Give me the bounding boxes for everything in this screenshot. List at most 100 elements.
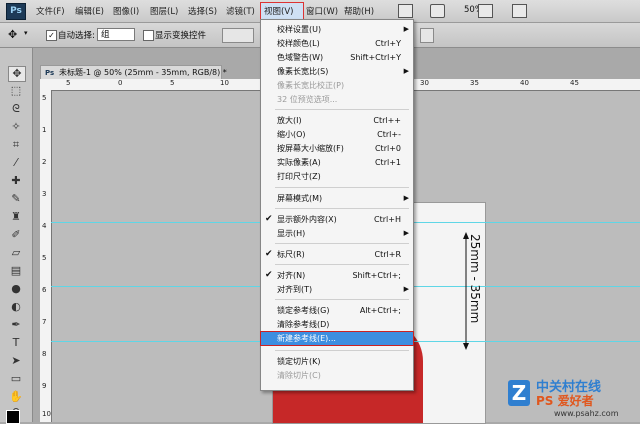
eraser-tool-icon[interactable]: ▱ [8, 246, 24, 260]
menu-item-clear-guides[interactable]: 清除参考线(D) [261, 318, 413, 331]
document-title: 未标题-1 @ 50% (25mm - 35mm, RGB/8) * [59, 68, 227, 77]
show-transform-checkbox[interactable] [143, 30, 154, 41]
screen-mode-icon[interactable] [398, 4, 413, 18]
ruler-tick-label: 40 [520, 79, 529, 87]
watermark-url: www.psahz.com [554, 409, 619, 418]
auto-align-icon[interactable] [420, 28, 434, 43]
menu-item-show-extras[interactable]: ✔ 显示额外内容(X) Ctrl+H [261, 213, 413, 226]
menu-image[interactable]: 图像(I) [113, 5, 139, 17]
menu-item-gamut-warning[interactable]: 色域警告(W) Shift+Ctrl+Y [261, 51, 413, 64]
menu-separator [275, 109, 409, 110]
watermark: Z 中关村在线 PS 爱好者 www.psahz.com [508, 376, 640, 422]
dodge-tool-icon[interactable]: ◐ [8, 300, 24, 314]
menu-item-snap-to[interactable]: 对齐到(T) ▶ [261, 283, 413, 296]
ruler-vertical[interactable]: 5 1 2 3 4 5 6 7 8 9 10 [40, 90, 52, 422]
check-icon: ✔ [265, 214, 273, 224]
magic-wand-icon[interactable]: ✧ [8, 120, 24, 134]
menu-file[interactable]: 文件(F) [36, 5, 65, 17]
auto-select-checkbox[interactable]: ✓ [46, 30, 57, 41]
menu-item-clear-slices: 清除切片(C) [277, 371, 321, 380]
blur-tool-icon[interactable]: ● [8, 282, 24, 296]
move-tool-icon[interactable]: ✥ [8, 28, 17, 41]
menu-item-print-size[interactable]: 打印尺寸(Z) [261, 170, 413, 183]
menu-edit[interactable]: 编辑(E) [75, 5, 104, 17]
brush-tool-icon[interactable]: ✎ [8, 192, 24, 206]
check-icon: ✔ [265, 270, 273, 280]
ruler-tick-label: 8 [42, 350, 47, 358]
ruler-tick-label: 5 [42, 254, 47, 262]
healing-brush-icon[interactable]: ✚ [8, 174, 24, 188]
menu-item-proof-colors[interactable]: 校样颜色(L) Ctrl+Y [261, 37, 413, 50]
eyedropper-icon[interactable]: ⁄ [8, 156, 24, 170]
tool-preset-chevron-icon[interactable]: ▾ [24, 29, 28, 37]
menu-item-show[interactable]: 显示(H) ▶ [261, 227, 413, 240]
menu-filter[interactable]: 滤镜(T) [226, 5, 255, 17]
ps-document-icon: Ps [45, 69, 55, 77]
document-tab[interactable]: Ps 未标题-1 @ 50% (25mm - 35mm, RGB/8) * [40, 65, 227, 80]
menu-view[interactable]: 视图(V) [264, 5, 293, 17]
path-selection-icon[interactable]: ➤ [8, 354, 24, 368]
menu-item-pixel-aspect-correction: 像素长宽比校正(P) [277, 81, 345, 90]
clone-stamp-icon[interactable]: ♜ [8, 210, 24, 224]
ruler-tick-label: 0 [118, 79, 123, 87]
ruler-tick-label: 35 [470, 79, 479, 87]
crop-tool-icon[interactable]: ⌗ [8, 138, 24, 152]
menu-item-proof-setup[interactable]: 校样设置(U) ▶ [261, 23, 413, 36]
shape-tool-icon[interactable]: ▭ [8, 372, 24, 386]
ruler-tick-label: 9 [42, 382, 47, 390]
menu-item-zoom-out[interactable]: 缩小(O) Ctrl+- [261, 128, 413, 141]
menu-item-rulers[interactable]: ✔ 标尺(R) Ctrl+R [261, 248, 413, 261]
gradient-tool-icon[interactable]: ▤ [8, 264, 24, 278]
marquee-tool-icon[interactable]: ⬚ [8, 84, 24, 98]
menu-separator [275, 187, 409, 188]
ruler-tick-label: 7 [42, 318, 47, 326]
menu-window[interactable]: 窗口(W) [306, 5, 338, 17]
watermark-logo-icon: Z [508, 380, 530, 406]
menu-separator [275, 264, 409, 265]
menu-separator [275, 243, 409, 244]
lasso-tool-icon[interactable]: ᘓ [8, 102, 24, 116]
watermark-line2: PS 爱好者 [536, 394, 594, 408]
menu-item-pixel-aspect-ratio[interactable]: 像素长宽比(S) ▶ [261, 65, 413, 78]
show-transform-label: 显示变换控件 [155, 31, 207, 41]
menu-item-fit-on-screen[interactable]: 按屏幕大小缩放(F) Ctrl+0 [261, 142, 413, 155]
ruler-tick-label: 2 [42, 158, 47, 166]
ruler-tick-label: 5 [66, 79, 71, 87]
menu-item-lock-slices[interactable]: 锁定切片(K) [261, 355, 413, 368]
arrange-documents-icon[interactable] [478, 4, 493, 18]
menu-item-new-guide[interactable]: 新建参考线(E)... [260, 331, 414, 346]
pen-tool-icon[interactable]: ✒ [8, 318, 24, 332]
align-buttons[interactable] [222, 28, 254, 43]
ruler-tick-label: 5 [42, 94, 47, 102]
menu-item-zoom-in[interactable]: 放大(I) Ctrl++ [261, 114, 413, 127]
screen-mode-toggle-icon[interactable] [512, 4, 527, 18]
menu-layer[interactable]: 图层(L) [150, 5, 178, 17]
menu-separator [275, 208, 409, 209]
menu-item-lock-guides[interactable]: 锁定参考线(G) Alt+Ctrl+; [261, 304, 413, 317]
ruler-tick-label: 30 [420, 79, 429, 87]
hand-zoom-icon[interactable] [430, 4, 445, 18]
submenu-arrow-icon: ▶ [403, 194, 409, 202]
history-brush-icon[interactable]: ✐ [8, 228, 24, 242]
submenu-arrow-icon: ▶ [403, 285, 409, 293]
menu-item-snap[interactable]: ✔ 对齐(N) Shift+Ctrl+; [261, 269, 413, 282]
dimension-label: 25mm - 35mm [468, 234, 482, 324]
menu-separator [275, 350, 409, 351]
menu-item-screen-mode[interactable]: 屏幕模式(M) ▶ [261, 192, 413, 205]
menu-help[interactable]: 帮助(H) [344, 5, 374, 17]
auto-select-dropdown[interactable]: 组 [97, 28, 135, 41]
ruler-tick-label: 10 [220, 79, 229, 87]
menu-select[interactable]: 选择(S) [188, 5, 217, 17]
hand-tool-icon[interactable]: ✋ [8, 390, 24, 404]
menu-separator [275, 299, 409, 300]
type-tool-icon[interactable]: T [8, 336, 24, 350]
view-menu-dropdown: 校样设置(U) ▶ 校样颜色(L) Ctrl+Y 色域警告(W) Shift+Ctrl… [260, 19, 414, 391]
ruler-tick-label: 10 [42, 410, 51, 418]
menu-item-actual-pixels[interactable]: 实际像素(A) Ctrl+1 [261, 156, 413, 169]
toolbox: ✥ ⬚ ᘓ ✧ ⌗ ⁄ ✚ ✎ ♜ ✐ ▱ ▤ ● ◐ ✒ T ➤ ▭ ✋ ⚲ [0, 48, 33, 424]
ruler-tick-label: 45 [570, 79, 579, 87]
move-tool-icon[interactable]: ✥ [8, 66, 26, 82]
submenu-arrow-icon: ▶ [403, 67, 409, 75]
photoshop-logo: Ps [6, 3, 26, 20]
ruler-tick-label: 4 [42, 222, 47, 230]
